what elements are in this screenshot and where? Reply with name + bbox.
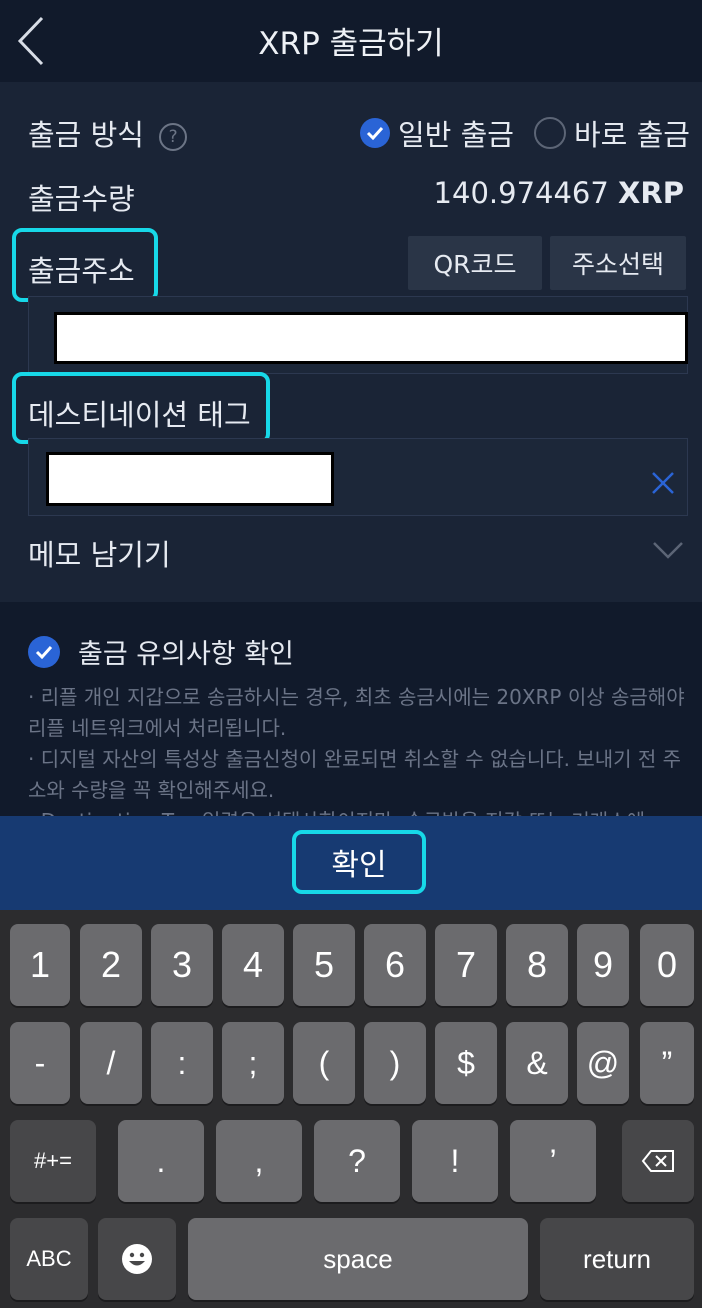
key-at[interactable]: @	[577, 1022, 629, 1104]
memo-label[interactable]: 메모 남기기	[28, 532, 171, 574]
question-circle-icon[interactable]: ?	[159, 123, 188, 151]
key-5[interactable]: 5	[293, 924, 355, 1006]
key-symbols-shift[interactable]: #+=	[10, 1120, 96, 1202]
key-2[interactable]: 2	[80, 924, 142, 1006]
notice-line: · Destination Tag 입력은 선택사항이지만, 송금받을 지갑 또…	[28, 806, 688, 816]
emoji-icon	[122, 1244, 152, 1274]
key-hyphen[interactable]: -	[10, 1022, 70, 1104]
tag-redaction	[46, 452, 334, 506]
key-dollar[interactable]: $	[435, 1022, 497, 1104]
option-instant-label: 바로 출금	[574, 118, 690, 152]
option-instant-withdraw[interactable]: 바로 출금	[534, 112, 690, 154]
key-6[interactable]: 6	[364, 924, 426, 1006]
key-colon[interactable]: :	[151, 1022, 213, 1104]
key-apostrophe[interactable]: ’	[510, 1120, 596, 1202]
backspace-icon	[641, 1150, 674, 1172]
withdraw-screen: XRP 출금하기 출금 방식 ? 일반 출금 바로 출금 출금수량 140.97…	[0, 0, 702, 1308]
withdraw-amount: 140.974467 XRP	[434, 176, 684, 210]
keyboard: 1 2 3 4 5 6 7 8 9 0 - / : ; ( ) $ & @ ” …	[0, 910, 702, 1308]
key-period[interactable]: .	[118, 1120, 204, 1202]
confirm-button[interactable]: 확인	[292, 830, 426, 894]
close-icon[interactable]	[650, 470, 676, 496]
chevron-down-icon[interactable]	[652, 540, 684, 560]
select-address-button[interactable]: 주소선택	[550, 236, 686, 290]
notice-line: · 디지털 자산의 특성상 출금신청이 완료되면 취소할 수 없습니다. 보내기…	[28, 747, 682, 802]
key-exclamation[interactable]: !	[412, 1120, 498, 1202]
key-ampersand[interactable]: &	[506, 1022, 568, 1104]
key-8[interactable]: 8	[506, 924, 568, 1006]
confirm-bar: 확인	[0, 816, 702, 910]
header: XRP 출금하기	[0, 0, 702, 82]
key-question[interactable]: ?	[314, 1120, 400, 1202]
key-3[interactable]: 3	[151, 924, 213, 1006]
space-key[interactable]: space	[188, 1218, 528, 1300]
notice-title[interactable]: 출금 유의사항 확인	[78, 632, 294, 671]
key-quote[interactable]: ”	[640, 1022, 694, 1104]
address-redaction	[54, 312, 688, 364]
key-comma[interactable]: ,	[216, 1120, 302, 1202]
withdraw-method-row: 출금 방식 ?	[28, 112, 188, 154]
backspace-key[interactable]	[622, 1120, 694, 1202]
key-abc[interactable]: ABC	[10, 1218, 88, 1300]
emoji-key[interactable]	[98, 1218, 176, 1300]
notice-line: · 리플 개인 지갑으로 송금하시는 경우, 최초 송금시에는 20XRP 이상…	[28, 685, 685, 740]
option-general-label: 일반 출금	[398, 118, 514, 152]
key-slash[interactable]: /	[80, 1022, 142, 1104]
qr-code-button[interactable]: QR코드	[408, 236, 542, 290]
key-1[interactable]: 1	[10, 924, 70, 1006]
key-0[interactable]: 0	[640, 924, 694, 1006]
withdraw-amount-value: 140.974467	[433, 176, 609, 210]
check-circle-icon	[360, 118, 390, 148]
key-4[interactable]: 4	[222, 924, 284, 1006]
withdraw-notice: 출금 유의사항 확인 · 리플 개인 지갑으로 송금하시는 경우, 최초 송금시…	[0, 602, 702, 816]
withdraw-amount-label: 출금수량	[28, 182, 135, 216]
radio-unchecked-icon	[534, 117, 566, 149]
key-7[interactable]: 7	[435, 924, 497, 1006]
withdraw-amount-unit: XRP	[618, 176, 684, 210]
address-label-highlight	[12, 228, 158, 302]
return-key[interactable]: return	[540, 1218, 694, 1300]
notice-text: · 리플 개인 지갑으로 송금하시는 경우, 최초 송금시에는 20XRP 이상…	[28, 682, 688, 816]
option-general-withdraw[interactable]: 일반 출금	[360, 112, 514, 154]
key-9[interactable]: 9	[577, 924, 629, 1006]
tag-label-highlight	[12, 372, 270, 444]
key-open-paren[interactable]: (	[293, 1022, 355, 1104]
page-title: XRP 출금하기	[258, 26, 444, 62]
key-semicolon[interactable]: ;	[222, 1022, 284, 1104]
withdraw-method-label: 출금 방식	[28, 118, 144, 152]
key-close-paren[interactable]: )	[364, 1022, 426, 1104]
check-circle-icon[interactable]	[28, 636, 60, 668]
